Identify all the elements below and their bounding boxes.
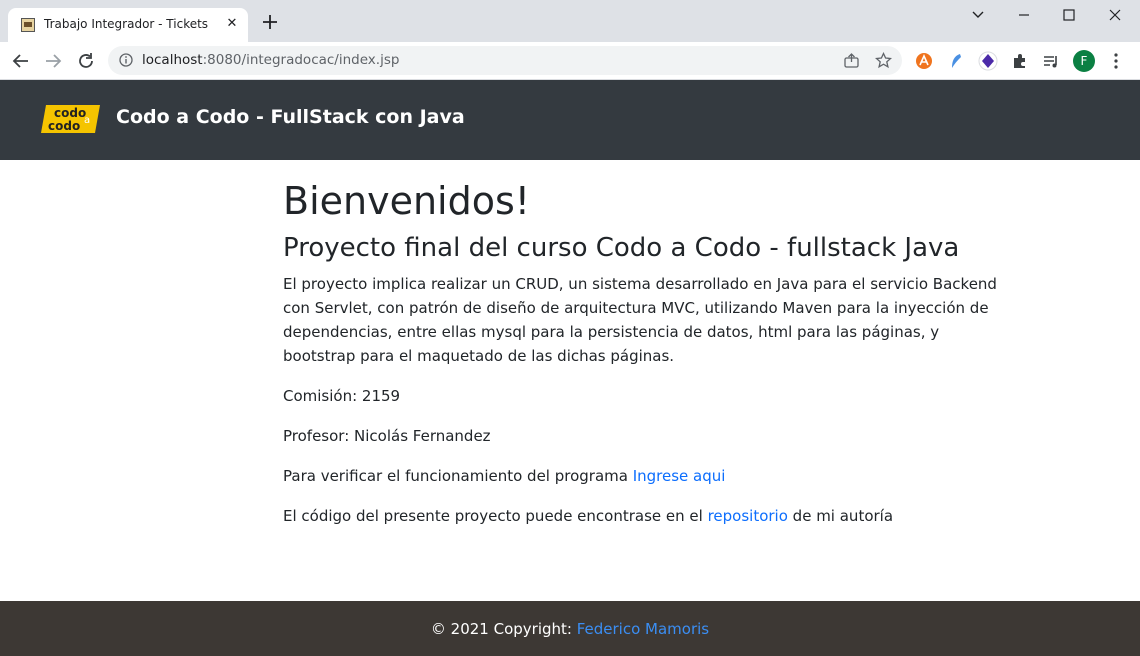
address-bar[interactable]: localhost:8080/integradocac/index.jsp bbox=[108, 46, 902, 75]
logo-text-a: a bbox=[84, 115, 90, 126]
forward-icon[interactable] bbox=[42, 50, 64, 72]
page-title: Bienvenidos! bbox=[283, 179, 530, 223]
site-footer: © 2021 Copyright: Federico Mamoris bbox=[0, 601, 1140, 656]
project-description: El proyecto implica realizar un CRUD, un… bbox=[283, 275, 997, 365]
codo-a-codo-logo[interactable]: codo codo a bbox=[40, 102, 102, 136]
bookmark-star-icon[interactable] bbox=[875, 52, 892, 69]
url-path: :8080/integradocac/index.jsp bbox=[202, 52, 400, 68]
browser-toolbar: localhost:8080/integradocac/index.jsp F bbox=[0, 42, 1140, 80]
navbar-brand[interactable]: Codo a Codo - FullStack con Java bbox=[116, 106, 465, 128]
repo-text-after: de mi autoría bbox=[787, 507, 894, 525]
maximize-icon[interactable] bbox=[1059, 6, 1079, 24]
close-window-icon[interactable] bbox=[1105, 6, 1125, 24]
author-link[interactable]: Federico Mamoris bbox=[577, 620, 709, 638]
favicon-icon bbox=[21, 18, 35, 32]
url-host: localhost bbox=[142, 52, 203, 68]
footer-copyright: © 2021 Copyright: Federico Mamoris bbox=[0, 620, 1140, 638]
main-content: Bienvenidos! Proyecto final del curso Co… bbox=[283, 176, 1013, 528]
verify-text: Para verificar el funcionamiento del pro… bbox=[283, 467, 633, 485]
share-icon[interactable] bbox=[843, 52, 860, 69]
new-tab-icon[interactable] bbox=[260, 12, 280, 32]
repositorio-link[interactable]: repositorio bbox=[708, 507, 788, 525]
minimize-icon[interactable] bbox=[1014, 6, 1034, 24]
profesor-text: Profesor: Nicolás Fernandez bbox=[283, 427, 491, 445]
extensions-puzzle-icon[interactable] bbox=[1010, 51, 1030, 71]
copyright-text: © 2021 Copyright: bbox=[430, 620, 577, 638]
site-info-icon[interactable] bbox=[119, 53, 133, 67]
browser-tab[interactable]: Trabajo Integrador - Tickets ✕ bbox=[8, 8, 248, 42]
menu-kebab-icon[interactable] bbox=[1106, 51, 1126, 71]
ingrese-aqui-link[interactable]: Ingrese aqui bbox=[633, 467, 726, 485]
logo-text-1: codo bbox=[54, 106, 86, 120]
extension-purple-icon[interactable] bbox=[978, 51, 998, 71]
browser-tabstrip: Trabajo Integrador - Tickets ✕ bbox=[0, 0, 1140, 42]
comision-text: Comisión: 2159 bbox=[283, 387, 401, 405]
logo-text-2: codo bbox=[48, 119, 80, 133]
extension-orange-icon[interactable] bbox=[914, 51, 934, 71]
repo-paragraph: El código del presente proyecto puede en… bbox=[283, 504, 1013, 528]
reload-icon[interactable] bbox=[75, 50, 97, 72]
close-tab-icon[interactable]: ✕ bbox=[224, 16, 240, 32]
extension-feather-icon[interactable] bbox=[946, 51, 966, 71]
page-subtitle: Proyecto final del curso Codo a Codo - f… bbox=[283, 233, 960, 263]
site-navbar: codo codo a Codo a Codo - FullStack con … bbox=[0, 80, 1140, 160]
profile-avatar[interactable]: F bbox=[1073, 50, 1095, 72]
verify-paragraph: Para verificar el funcionamiento del pro… bbox=[283, 464, 1013, 488]
back-icon[interactable] bbox=[10, 50, 32, 72]
url-text: localhost:8080/integradocac/index.jsp bbox=[142, 52, 399, 68]
repo-text-before: El código del presente proyecto puede en… bbox=[283, 507, 708, 525]
tab-title: Trabajo Integrador - Tickets bbox=[44, 17, 209, 31]
reading-list-icon[interactable] bbox=[1041, 51, 1061, 71]
tab-search-icon[interactable] bbox=[968, 6, 988, 24]
